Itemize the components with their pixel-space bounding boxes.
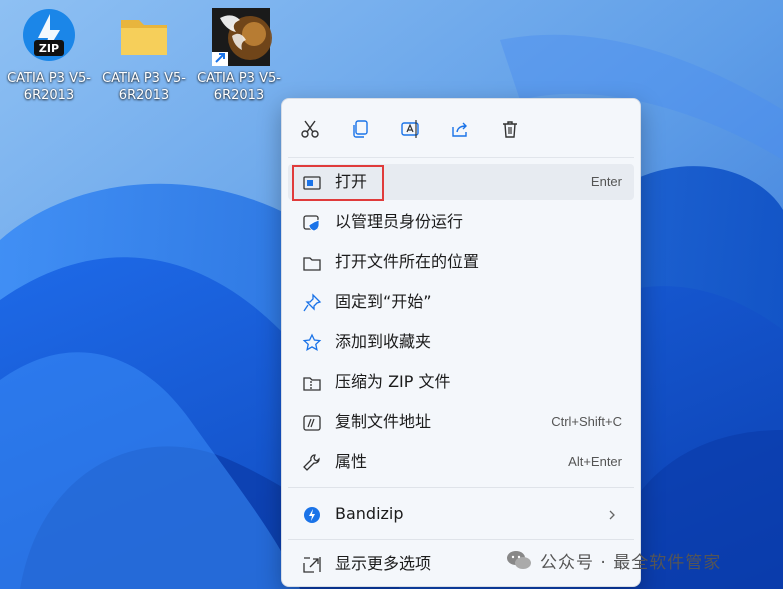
menu-item-add-favorites[interactable]: 添加到收藏夹 — [288, 324, 634, 360]
watermark-text: 公众号 · 最全软件管家 — [540, 552, 722, 573]
highlight-box — [292, 165, 384, 201]
copy-button[interactable] — [344, 113, 376, 145]
share-button[interactable] — [444, 113, 476, 145]
menu-item-pin-to-start[interactable]: 固定到“开始” — [288, 284, 634, 320]
desktop-icon-label: CATIA P3 V5-6R2013 — [102, 71, 186, 103]
watermark: 公众号 · 最全软件管家 — [506, 546, 721, 574]
menu-item-bandizip[interactable]: Bandizip — [288, 496, 634, 532]
menu-separator — [288, 539, 634, 540]
zip-badge-text: ZIP — [39, 42, 59, 55]
rename-icon — [401, 120, 419, 138]
desktop-icon-folder[interactable]: CATIA P3 V5-6R2013 — [101, 6, 187, 104]
copy-icon — [353, 120, 368, 138]
menu-separator — [288, 487, 634, 488]
zip-app-icon: ZIP — [20, 6, 78, 64]
menu-item-shortcut: Ctrl+Shift+C — [551, 414, 622, 429]
pin-icon — [303, 293, 322, 312]
context-menu: 打开 Enter 以管理员身份运行 打开文件所在的位置 固定到“开始” 添加到收… — [281, 98, 641, 587]
menu-item-label: 显示更多选项 — [335, 554, 432, 573]
desktop-icon-label: CATIA P3 V5-6R2013 — [197, 71, 281, 103]
expand-icon — [303, 557, 321, 573]
cut-button[interactable] — [294, 113, 326, 145]
path-icon — [303, 415, 321, 431]
menu-item-compress-zip[interactable]: 压缩为 ZIP 文件 — [288, 364, 634, 400]
folder-icon — [115, 6, 173, 64]
menu-item-label: 以管理员身份运行 — [335, 212, 464, 231]
star-icon — [302, 333, 322, 351]
menu-item-label: 打开文件所在的位置 — [335, 252, 480, 271]
menu-item-run-as-admin[interactable]: 以管理员身份运行 — [288, 204, 634, 240]
desktop-icon-zip[interactable]: ZIP CATIA P3 V5-6R2013 — [6, 6, 92, 104]
desktop-icon-shortcut[interactable]: CATIA P3 V5-6R2013 — [196, 6, 282, 104]
desktop-icon-label: CATIA P3 V5-6R2013 — [7, 71, 91, 103]
catia-app-icon — [210, 6, 272, 66]
bandizip-icon — [304, 507, 320, 523]
scissors-icon — [301, 120, 319, 138]
delete-button[interactable] — [494, 113, 526, 145]
menu-item-open-location[interactable]: 打开文件所在的位置 — [288, 244, 634, 280]
menu-item-label: 压缩为 ZIP 文件 — [335, 372, 451, 391]
menu-item-label: 复制文件地址 — [335, 412, 432, 431]
wrench-icon — [303, 454, 320, 471]
rename-button[interactable] — [394, 113, 426, 145]
zip-folder-icon — [303, 377, 321, 391]
folder-icon — [303, 257, 321, 271]
menu-item-shortcut: Enter — [590, 174, 622, 189]
trash-icon — [503, 121, 517, 138]
menu-item-shortcut: Alt+Enter — [568, 454, 622, 469]
menu-item-properties[interactable]: 属性 Alt+Enter — [288, 444, 634, 480]
menu-item-label: 固定到“开始” — [335, 292, 432, 311]
menu-item-label: 添加到收藏夹 — [335, 332, 432, 351]
share-icon — [452, 122, 467, 137]
wechat-icon — [507, 551, 531, 569]
menu-item-label: 属性 — [335, 452, 368, 471]
context-menu-toolbar — [288, 99, 634, 158]
shield-icon — [303, 215, 320, 232]
menu-item-label: Bandizip — [335, 504, 404, 523]
menu-item-copy-path[interactable]: 复制文件地址 Ctrl+Shift+C — [288, 404, 634, 440]
chevron-right-icon — [609, 510, 615, 520]
